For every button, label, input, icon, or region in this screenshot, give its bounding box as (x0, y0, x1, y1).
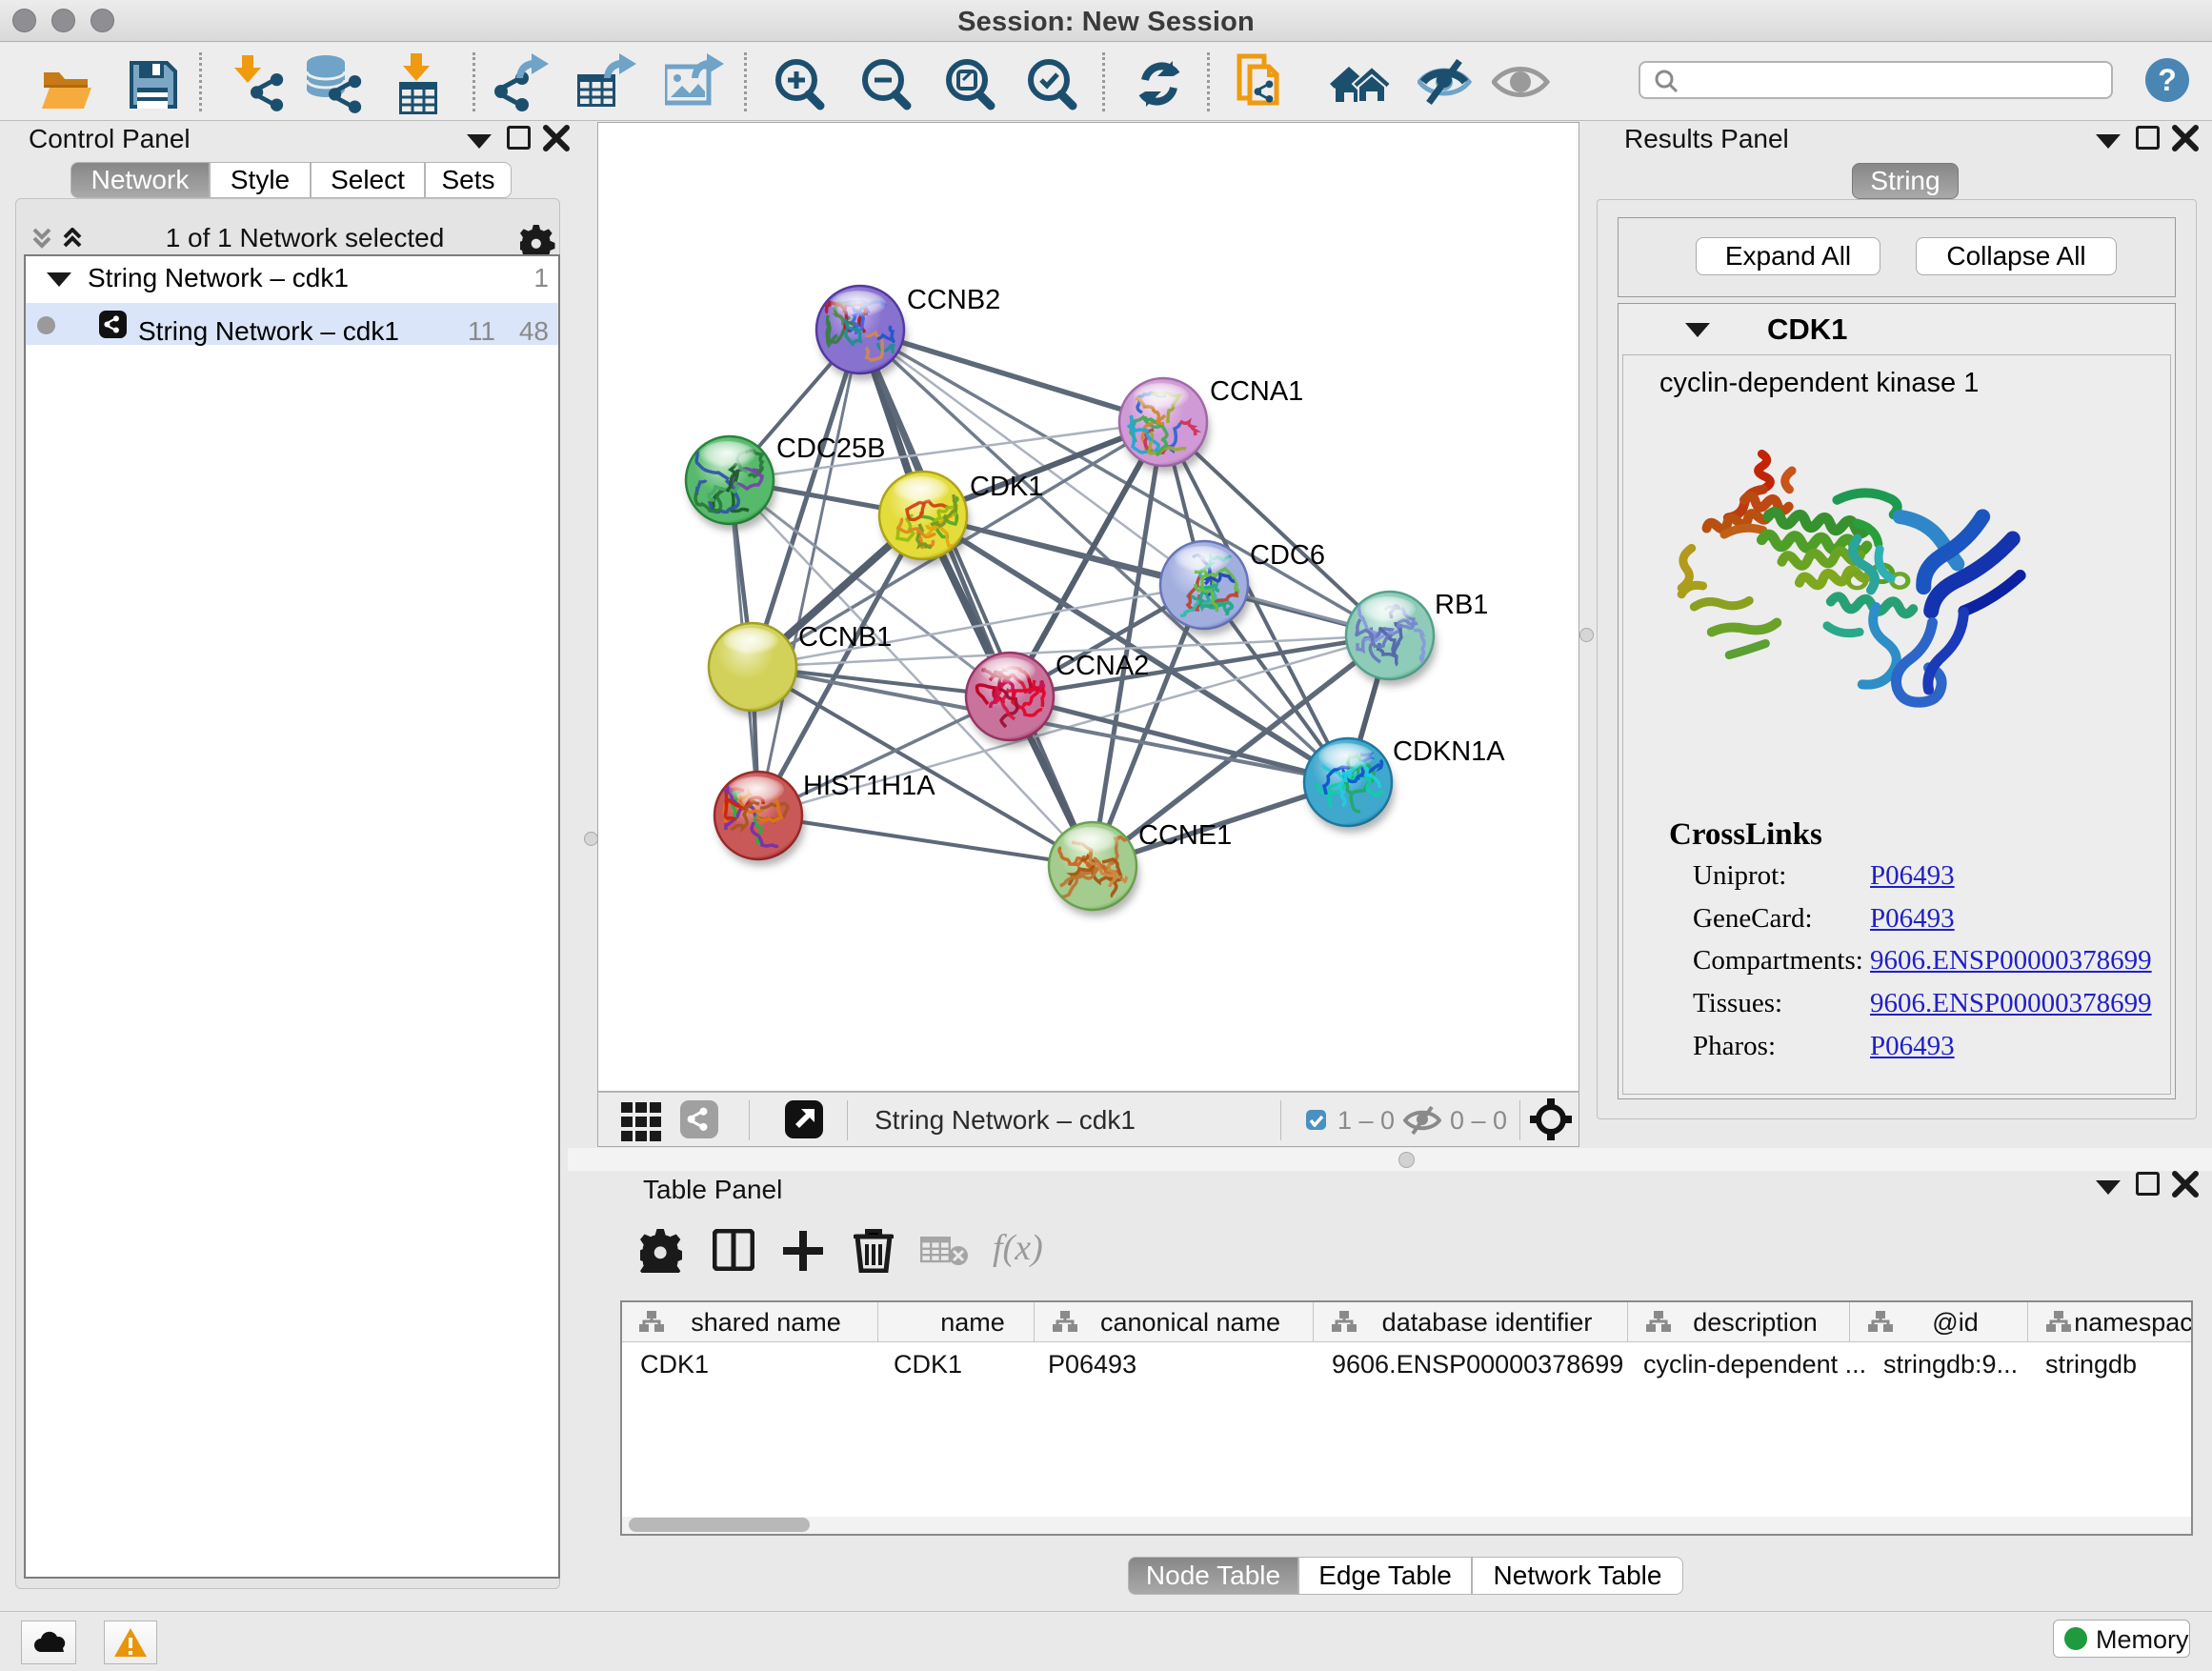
svg-text:CCNE1: CCNE1 (1138, 820, 1232, 851)
svg-text:CDC6: CDC6 (1250, 540, 1325, 571)
svg-text:HIST1H1A: HIST1H1A (803, 771, 935, 801)
svg-text:CDK1: CDK1 (970, 472, 1043, 502)
svg-text:CDC25B: CDC25B (776, 433, 885, 464)
svg-text:RB1: RB1 (1435, 590, 1488, 620)
svg-text:CDKN1A: CDKN1A (1393, 736, 1505, 767)
svg-text:CCNA2: CCNA2 (1056, 651, 1149, 681)
svg-text:CCNB1: CCNB1 (798, 622, 892, 653)
svg-text:CCNB2: CCNB2 (907, 285, 1000, 315)
svg-text:CCNA1: CCNA1 (1210, 376, 1303, 407)
